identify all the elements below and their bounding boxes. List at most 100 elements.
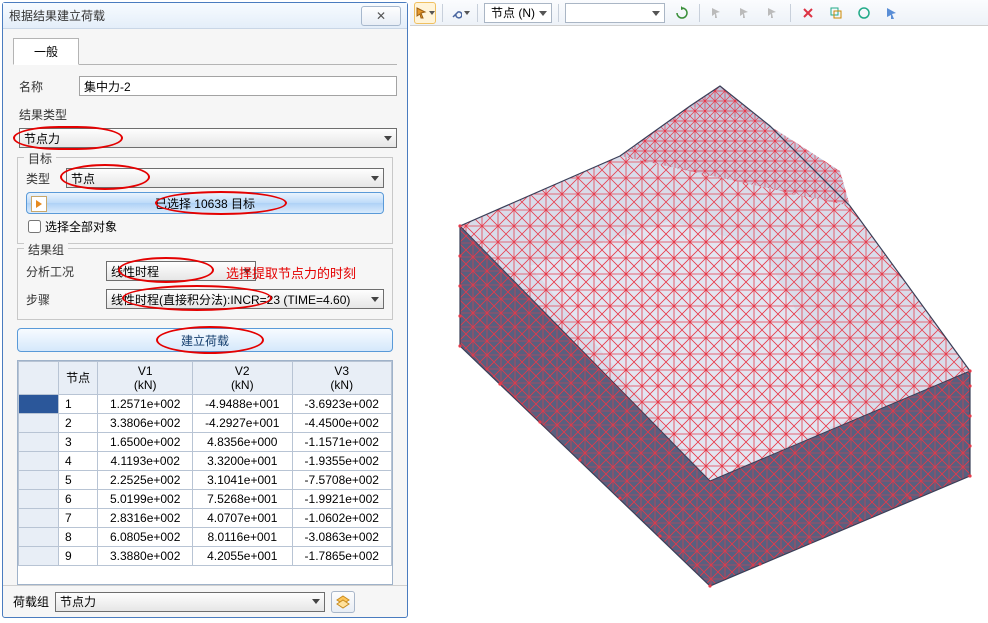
- cursor-icon: [415, 6, 427, 20]
- load-group-label: 荷载组: [13, 593, 49, 610]
- target-type-value: 节点: [71, 170, 95, 187]
- dialog-titlebar[interactable]: 根据结果建立荷载 ✕: [3, 3, 407, 29]
- tb-pick2[interactable]: [734, 2, 756, 24]
- tb-select-node[interactable]: [414, 2, 436, 24]
- results-table[interactable]: 节点 V1(kN) V2(kN) V3(kN) 11.2571e+002-4.9…: [17, 360, 393, 585]
- step-dropdown[interactable]: 线性时程(直接积分法):INCR=23 (TIME=4.60): [106, 289, 384, 309]
- cell-v1: 2.2525e+002: [98, 471, 193, 490]
- col-node[interactable]: 节点: [59, 362, 98, 395]
- chevron-down-icon: [371, 176, 379, 181]
- copy-icon: [829, 6, 843, 20]
- cursor-icon: [885, 6, 899, 20]
- name-input[interactable]: [79, 76, 397, 96]
- cell-node: 8: [59, 528, 98, 547]
- chevron-down-icon: [652, 11, 660, 16]
- cell-v2: 7.5268e+001: [193, 490, 292, 509]
- selected-count-bar[interactable]: 已选择 10638 目标: [26, 192, 384, 214]
- dialog-title: 根据结果建立荷载: [9, 7, 105, 24]
- cell-node: 3: [59, 433, 98, 452]
- table-row[interactable]: 44.1193e+0023.3200e+001-1.9355e+002: [19, 452, 392, 471]
- table-row[interactable]: 86.0805e+0028.0116e+001-3.0863e+002: [19, 528, 392, 547]
- create-load-dialog: 根据结果建立荷载 ✕ 一般 名称 结果类型 节点力 目标 类型 节点: [2, 2, 408, 618]
- viewport-area: 节点 (N): [410, 0, 988, 620]
- table-row[interactable]: 52.2525e+0023.1041e+001-7.5708e+002: [19, 471, 392, 490]
- tb-refresh[interactable]: [671, 2, 693, 24]
- col-v3[interactable]: V3(kN): [292, 362, 392, 395]
- cell-v3: -1.9921e+002: [292, 490, 392, 509]
- analysis-case-label: 分析工况: [26, 263, 106, 280]
- tb-op3[interactable]: [853, 2, 875, 24]
- cell-v2: -4.9488e+001: [193, 395, 292, 414]
- chevron-down-icon: [384, 136, 392, 141]
- cell-v1: 3.3806e+002: [98, 414, 193, 433]
- target-type-dropdown[interactable]: 节点: [66, 168, 384, 188]
- table-row[interactable]: 65.0199e+0027.5268e+001-1.9921e+002: [19, 490, 392, 509]
- col-v1[interactable]: V1(kN): [98, 362, 193, 395]
- col-v2[interactable]: V2(kN): [193, 362, 292, 395]
- create-load-button[interactable]: 建立荷载: [17, 328, 393, 352]
- cell-v1: 3.3880e+002: [98, 547, 193, 566]
- cursor-icon: [711, 7, 723, 19]
- 3d-viewport[interactable]: [410, 26, 988, 620]
- result-group-section: 结果组 分析工况 线性时程 选择提取节点力的时刻 步骤 线性时程(直接积分法):…: [17, 248, 393, 320]
- tab-row: 一般: [13, 37, 397, 65]
- filter-dropdown[interactable]: [565, 3, 665, 23]
- table-row[interactable]: 72.8316e+0024.0707e+001-1.0602e+002: [19, 509, 392, 528]
- cell-v2: 4.2055e+001: [193, 547, 292, 566]
- top-toolbar: 节点 (N): [410, 0, 988, 26]
- cursor-icon: [767, 7, 779, 19]
- cell-v1: 1.2571e+002: [98, 395, 193, 414]
- table-row[interactable]: 11.2571e+002-4.9488e+001-3.6923e+002: [19, 395, 392, 414]
- load-group-dropdown[interactable]: 节点力: [55, 592, 325, 612]
- analysis-case-dropdown[interactable]: 线性时程: [106, 261, 256, 281]
- table-row[interactable]: 93.3880e+0024.2055e+001-1.7865e+002: [19, 547, 392, 566]
- tb-pick3[interactable]: [762, 2, 784, 24]
- table-row[interactable]: 31.6500e+0024.8356e+000-1.1571e+002: [19, 433, 392, 452]
- layers-icon: [336, 595, 350, 609]
- cell-node: 5: [59, 471, 98, 490]
- close-button[interactable]: ✕: [361, 6, 401, 26]
- target-section: 目标 类型 节点 已选择 10638 目标 选择全部对象: [17, 157, 393, 244]
- table-row[interactable]: 23.3806e+002-4.2927e+001-4.4500e+002: [19, 414, 392, 433]
- tb-wrench[interactable]: [449, 2, 471, 24]
- circle-icon: [857, 6, 871, 20]
- selection-mode-dropdown[interactable]: 节点 (N): [484, 3, 552, 23]
- cell-v3: -7.5708e+002: [292, 471, 392, 490]
- result-group-title: 结果组: [24, 241, 68, 258]
- result-type-dropdown[interactable]: 节点力: [19, 128, 397, 148]
- tab-general[interactable]: 一般: [13, 38, 79, 65]
- name-label: 名称: [19, 78, 79, 95]
- result-type-value: 节点力: [24, 130, 60, 147]
- cell-v1: 1.6500e+002: [98, 433, 193, 452]
- cell-v1: 4.1193e+002: [98, 452, 193, 471]
- create-load-label: 建立荷载: [181, 332, 229, 349]
- select-all-checkbox[interactable]: [28, 220, 41, 233]
- tb-op1[interactable]: [797, 2, 819, 24]
- cell-node: 4: [59, 452, 98, 471]
- step-label: 步骤: [26, 291, 106, 308]
- cell-v3: -3.6923e+002: [292, 395, 392, 414]
- cell-node: 2: [59, 414, 98, 433]
- cell-v3: -3.0863e+002: [292, 528, 392, 547]
- cell-v3: -4.4500e+002: [292, 414, 392, 433]
- cell-v2: -4.2927e+001: [193, 414, 292, 433]
- step-value: 线性时程(直接积分法):INCR=23 (TIME=4.60): [111, 291, 350, 308]
- cell-node: 7: [59, 509, 98, 528]
- cell-node: 1: [59, 395, 98, 414]
- selected-text: 已选择 10638 目标: [155, 195, 255, 212]
- footer-action-button[interactable]: [331, 591, 355, 613]
- wrench-icon: [450, 6, 462, 20]
- cursor-icon: [739, 7, 751, 19]
- tb-pick1[interactable]: [706, 2, 728, 24]
- dialog-footer: 荷载组 节点力: [3, 585, 407, 617]
- cell-v1: 5.0199e+002: [98, 490, 193, 509]
- cell-v2: 3.1041e+001: [193, 471, 292, 490]
- tb-op2[interactable]: [825, 2, 847, 24]
- tb-op4[interactable]: [881, 2, 903, 24]
- cell-v3: -1.1571e+002: [292, 433, 392, 452]
- cell-v2: 4.0707e+001: [193, 509, 292, 528]
- result-type-label: 结果类型: [19, 106, 79, 123]
- cell-v1: 2.8316e+002: [98, 509, 193, 528]
- refresh-icon: [675, 6, 689, 20]
- target-section-title: 目标: [24, 150, 56, 167]
